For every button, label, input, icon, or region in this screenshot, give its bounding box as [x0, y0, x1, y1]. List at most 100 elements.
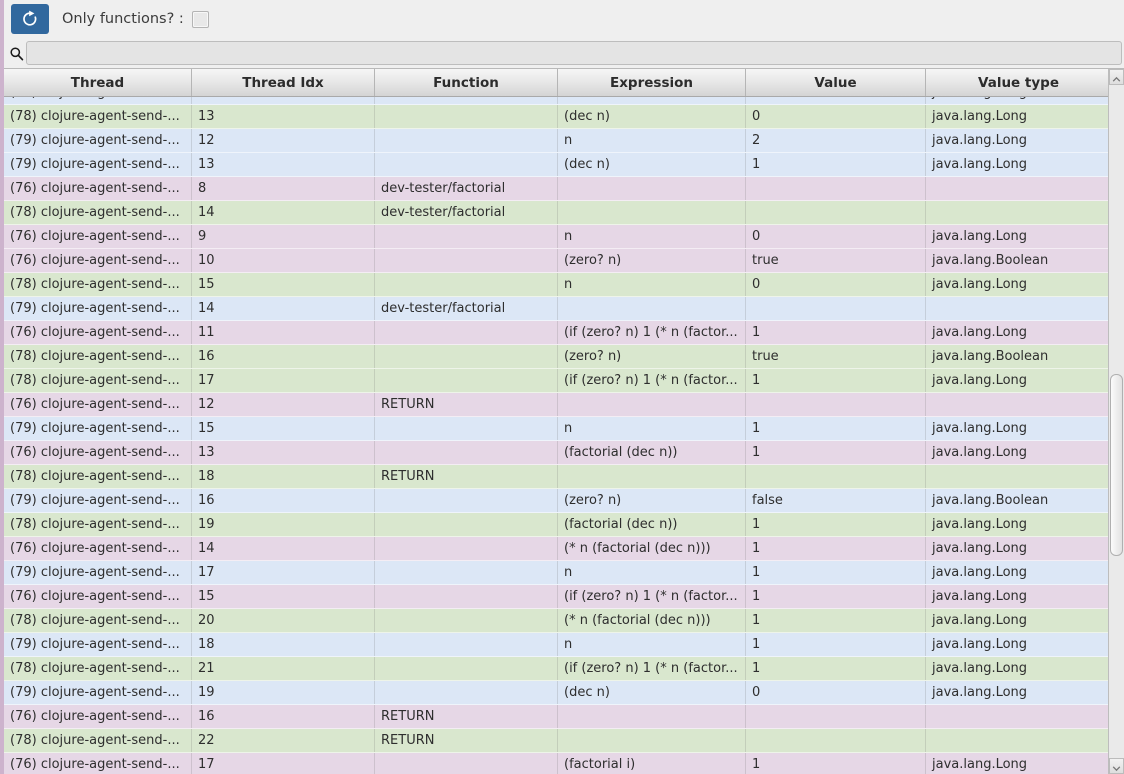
- table-row[interactable]: (79) clojure-agent-send-... 14 dev-tester/…: [4, 297, 1124, 321]
- scroll-up-button[interactable]: [1109, 69, 1124, 85]
- cell-type: java.lang.Long: [932, 517, 1028, 532]
- cell-value: 1: [746, 369, 926, 392]
- cell-expr: (factorial i): [558, 753, 746, 774]
- magnifier-icon: [6, 46, 26, 61]
- cell-type: [926, 393, 1112, 416]
- cell-idx: 21: [192, 657, 375, 680]
- vertical-scrollbar[interactable]: [1108, 69, 1124, 774]
- table-row[interactable]: (79) clojure-agent-send-... 15 n 1 java.lang…: [4, 417, 1124, 441]
- cell-thread: (78) clojure-agent-send-...: [4, 273, 192, 296]
- cell-expr: n: [558, 417, 746, 440]
- table-row[interactable]: (78) clojure-agent-send-... 18 RETURN: [4, 465, 1124, 489]
- column-header-idx[interactable]: Thread Idx: [192, 69, 375, 96]
- table-row[interactable]: (79) clojure-agent-send-... 13 (dec n) 1 jav…: [4, 153, 1124, 177]
- chevron-up-icon: [1112, 69, 1121, 87]
- cell-thread: (76) clojure-agent-send-...: [4, 225, 192, 248]
- table-row[interactable]: (79) clojure-agent-send-... 17 n 1 java.lang…: [4, 561, 1124, 585]
- cell-fn: [375, 609, 558, 632]
- cell-idx: 18: [192, 633, 375, 656]
- cell-thread: (76) clojure-agent-send-...: [4, 393, 192, 416]
- refresh-button[interactable]: [11, 4, 49, 34]
- table-row[interactable]: (76) clojure-agent-send-... 10 (zero? n) tr…: [4, 249, 1124, 273]
- cell-fn: dev-tester/factorial: [375, 201, 558, 224]
- scrollbar-track[interactable]: [1109, 85, 1124, 758]
- table-row[interactable]: (76) clojure-agent-send-... 8 dev-tester/f…: [4, 177, 1124, 201]
- cell-idx: 14: [192, 537, 375, 560]
- cell-fn: RETURN: [375, 705, 558, 728]
- cell-thread: (78) clojure-agent-send-...: [4, 201, 192, 224]
- table-row[interactable]: (79) clojure-agent-send-... 12 n 2 java.lang…: [4, 129, 1124, 153]
- cell-fn: [375, 681, 558, 704]
- cell-type: [926, 297, 1112, 320]
- cell-type: java.lang.Long: [932, 757, 1028, 772]
- table-row[interactable]: (79) clojure-agent-send-... 19 (dec n) 0 jav…: [4, 681, 1124, 705]
- table-row[interactable]: (78) clojure-agent-send-... 15 n 0 java.lang…: [4, 273, 1124, 297]
- cell-fn: [375, 97, 558, 104]
- cell-thread: (76) clojure-agent-send-...: [4, 177, 192, 200]
- cell-fn: [375, 105, 558, 128]
- column-header-thread[interactable]: Thread: [4, 69, 192, 96]
- table-row[interactable]: (76) clojure-agent-send-... 15 (if (zero? …: [4, 585, 1124, 609]
- cell-type: java.lang.Long: [932, 445, 1028, 460]
- cell-fn: RETURN: [375, 393, 558, 416]
- cell-value: 1: [746, 417, 926, 440]
- timeline-table: Thread Thread Idx Function Expression Value V…: [4, 68, 1124, 774]
- table-row[interactable]: (78) clojure-agent-send-... 17 (if (zero? …: [4, 369, 1124, 393]
- table-row[interactable]: (76) clojure-agent-send-... 17 (factorial …: [4, 753, 1124, 774]
- table-row[interactable]: (78) clojure-agent-send-... 22 RETURN: [4, 729, 1124, 753]
- cell-value: false: [746, 489, 926, 512]
- cell-expr: (factorial (dec n)): [558, 441, 746, 464]
- column-header-value[interactable]: Value: [746, 69, 926, 96]
- table-row[interactable]: (76) clojure-agent-send-... 14 (* n (facto…: [4, 537, 1124, 561]
- cell-value: [746, 97, 926, 104]
- cell-expr: (if (zero? n) 1 (* n (factor...: [558, 321, 746, 344]
- cell-idx: 8: [192, 177, 375, 200]
- scrollbar-thumb[interactable]: [1110, 374, 1123, 557]
- cell-value: 1: [746, 441, 926, 464]
- table-row[interactable]: (76) clojure-agent-send-... 11 (if (zero? …: [4, 321, 1124, 345]
- column-header-type[interactable]: Value type: [926, 69, 1112, 96]
- cell-type: java.lang.Long: [932, 373, 1028, 388]
- cell-thread: (76) clojure-agent-send-...: [4, 753, 192, 774]
- cell-value: 0: [746, 225, 926, 248]
- cell-thread: (79) clojure-agent-send-...: [4, 561, 192, 584]
- table-row[interactable]: (78) clojure-agent-send-... 14 dev-tester/…: [4, 201, 1124, 225]
- only-functions-checkbox[interactable]: [191, 10, 209, 28]
- cell-idx: 22: [192, 729, 375, 752]
- cell-value: [746, 465, 926, 488]
- table-row[interactable]: (78) clojure-agent-send-... 21 (if (zero? …: [4, 657, 1124, 681]
- scroll-down-button[interactable]: [1109, 758, 1124, 774]
- cell-idx: 11: [192, 321, 375, 344]
- cell-thread: (79) clojure-agent-send-...: [4, 417, 192, 440]
- table-row[interactable]: (79) clojure-agent-send-... 18 n 1 java.lang…: [4, 633, 1124, 657]
- cell-fn: [375, 417, 558, 440]
- table-row[interactable]: (76) clojure-agent-send-... 13 (factorial …: [4, 441, 1124, 465]
- table-row[interactable]: (79) clojure-agent-send-... java.lang.Lon…: [4, 97, 1124, 105]
- cell-expr: [558, 465, 746, 488]
- table-row[interactable]: (76) clojure-agent-send-... 16 RETURN: [4, 705, 1124, 729]
- column-header-expr[interactable]: Expression: [558, 69, 746, 96]
- cell-fn: [375, 657, 558, 680]
- table-row[interactable]: (78) clojure-agent-send-... 19 (factorial …: [4, 513, 1124, 537]
- table-row[interactable]: (78) clojure-agent-send-... 13 (dec n) 0 jav…: [4, 105, 1124, 129]
- cell-idx: 15: [192, 273, 375, 296]
- cell-thread: (78) clojure-agent-send-...: [4, 465, 192, 488]
- table-row[interactable]: (79) clojure-agent-send-... 16 (zero? n) fa…: [4, 489, 1124, 513]
- cell-idx: 18: [192, 465, 375, 488]
- cell-idx: 16: [192, 489, 375, 512]
- column-header-fn[interactable]: Function: [375, 69, 558, 96]
- cell-value: 0: [746, 681, 926, 704]
- table-row[interactable]: (78) clojure-agent-send-... 20 (* n (facto…: [4, 609, 1124, 633]
- cell-idx: 16: [192, 705, 375, 728]
- cell-idx: 15: [192, 585, 375, 608]
- table-row[interactable]: (78) clojure-agent-send-... 16 (zero? n) tr…: [4, 345, 1124, 369]
- search-input[interactable]: [26, 41, 1122, 65]
- table-row[interactable]: (76) clojure-agent-send-... 12 RETURN: [4, 393, 1124, 417]
- cell-expr: [558, 729, 746, 752]
- cell-type: java.lang.Long: [932, 685, 1028, 700]
- cell-type: java.lang.Long: [932, 541, 1028, 556]
- cell-value: 1: [746, 657, 926, 680]
- table-row[interactable]: (76) clojure-agent-send-... 9 n 0 java.lang.…: [4, 225, 1124, 249]
- cell-fn: dev-tester/factorial: [375, 297, 558, 320]
- cell-idx: 16: [192, 345, 375, 368]
